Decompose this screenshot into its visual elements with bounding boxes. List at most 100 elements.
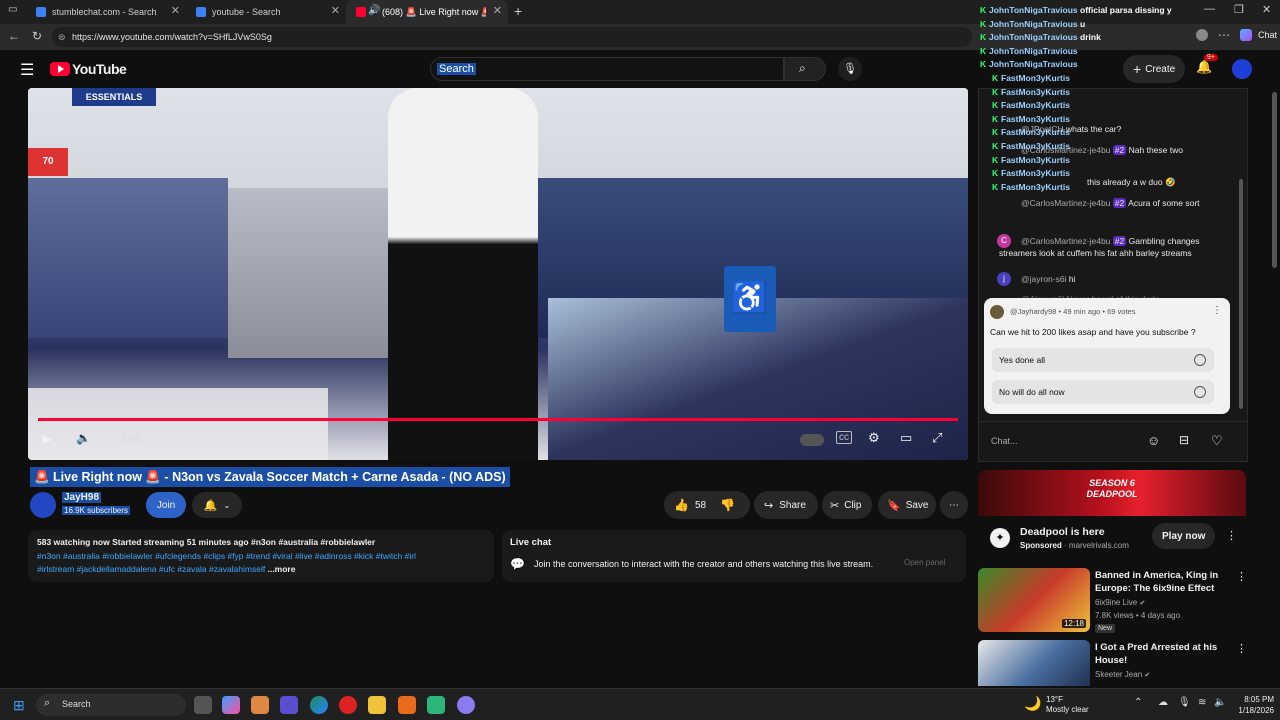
youtube-logo[interactable]: YouTube (50, 61, 127, 77)
ad-title[interactable]: Deadpool is here (1020, 526, 1105, 538)
network-icon[interactable]: ☁ (1158, 697, 1168, 708)
emoji-icon[interactable]: ☺ (1147, 433, 1160, 448)
minimize-icon[interactable]: — (1204, 3, 1215, 15)
taskbar-search[interactable]: ⌕ Search (36, 694, 186, 716)
live-chat-description: Join the conversation to interact with t… (534, 559, 874, 569)
related-menu-icon[interactable]: ⋮ (1236, 642, 1247, 655)
theater-mode-icon[interactable]: ▭ (900, 430, 912, 446)
clip-button[interactable]: ✂ Clip (822, 491, 872, 519)
account-avatar[interactable] (1232, 59, 1252, 79)
close-tab-icon[interactable]: ✕ (493, 4, 502, 17)
progress-track[interactable] (38, 418, 958, 421)
more-actions-button[interactable]: ⋯ (940, 491, 968, 519)
voice-search-button[interactable]: 🎙 (838, 57, 862, 81)
poll-option[interactable]: Yes done all (992, 348, 1214, 372)
poll-menu-icon[interactable]: ⋮ (1212, 305, 1222, 316)
notification-bell-button[interactable]: 🔔 ⌄ (192, 492, 242, 518)
close-tab-icon[interactable]: ✕ (331, 4, 340, 17)
description-box[interactable]: 583 watching now Started streaming 51 mi… (28, 530, 494, 582)
app-icon[interactable] (398, 696, 416, 714)
video-player[interactable]: ESSENTIALS 70 ♿ ▶ 🔈 Live cc ⚙ ▭ ⤢ (28, 88, 968, 460)
url-text: https://www.youtube.com/watch?v=SHfLJVwS… (72, 32, 272, 42)
ad-cta-button[interactable]: Play now (1152, 523, 1216, 549)
chevron-up-icon[interactable]: ⌃ (1134, 697, 1142, 708)
more-menu-icon[interactable]: ⋯ (1218, 28, 1230, 42)
share-button[interactable]: ↪ Share (754, 491, 818, 519)
app-icon[interactable] (280, 696, 298, 714)
speaker-icon[interactable]: 🔊 (368, 5, 380, 16)
weather-widget[interactable]: 13°F Mostly clear (1046, 695, 1089, 715)
site-info-icon[interactable]: ⊜ (58, 27, 66, 47)
new-tab-icon[interactable]: + (514, 3, 522, 19)
notifications-icon[interactable]: 🔔 (1196, 59, 1212, 75)
task-view-icon[interactable] (194, 696, 212, 714)
heart-icon[interactable]: ♡ (1211, 433, 1223, 449)
live-label[interactable]: Live (122, 433, 140, 444)
chat-username[interactable]: @CarlosMartinez-je4bu (1021, 236, 1110, 246)
poll-option[interactable]: No will do all now (992, 380, 1214, 404)
wifi-icon[interactable]: ≋ (1198, 697, 1206, 708)
related-thumbnail[interactable] (978, 640, 1090, 686)
volume-tray-icon[interactable]: 🔈 (1214, 697, 1226, 708)
settings-icon[interactable]: ⚙ (868, 430, 880, 446)
super-chat-icon[interactable]: ⊟ (1179, 433, 1189, 447)
fullscreen-icon[interactable]: ⤢ (932, 430, 942, 446)
back-icon[interactable]: ← (8, 29, 20, 43)
url-field[interactable]: ⊜ https://www.youtube.com/watch?v=SHfLJV… (52, 27, 972, 47)
profile-avatar[interactable] (1196, 29, 1208, 41)
chat-scrollbar[interactable] (1239, 179, 1243, 409)
play-icon[interactable]: ▶ (42, 431, 52, 447)
store-app-icon[interactable] (251, 696, 269, 714)
description-hashtags[interactable]: #n3on #australia #robbielawler #ufclegen… (37, 550, 485, 564)
related-channel[interactable]: 6ix9ine Live ✔ (1095, 598, 1145, 607)
clock[interactable]: 8:05 PM 1/18/2026 (1232, 694, 1274, 716)
dislike-icon[interactable]: 👎 (720, 498, 735, 512)
close-window-icon[interactable]: ✕ (1262, 3, 1271, 16)
like-count[interactable]: 58 (695, 500, 706, 511)
description-hashtags[interactable]: #irlstream #jackdellamaddalena #ufc #zav… (37, 564, 265, 574)
maximize-icon[interactable]: ❐ (1234, 3, 1244, 16)
copilot-chat-label[interactable]: Chat (1258, 30, 1277, 40)
tab-actions-icon[interactable]: ▭ (8, 4, 17, 15)
show-more-link[interactable]: ...more (268, 564, 296, 574)
windows-start-icon[interactable]: ⊞ (13, 697, 25, 714)
record-app-icon[interactable] (339, 696, 357, 714)
channel-avatar[interactable] (30, 492, 56, 518)
join-button[interactable]: Join (146, 492, 186, 518)
related-title[interactable]: Banned in America, King in Europe: The 6… (1095, 569, 1229, 595)
weather-icon[interactable]: 🌙 (1024, 695, 1041, 712)
open-panel-button[interactable]: Open panel (904, 558, 945, 567)
volume-icon[interactable]: 🔈 (76, 431, 91, 445)
search-input[interactable]: Search (430, 57, 784, 81)
hamburger-menu-icon[interactable]: ☰ (20, 60, 34, 80)
close-tab-icon[interactable]: ✕ (171, 4, 180, 17)
like-icon[interactable]: 👍 (674, 498, 689, 512)
ad-banner[interactable]: SEASON 6 DEADPOOL (978, 470, 1246, 516)
autoplay-toggle[interactable] (800, 434, 824, 446)
chat-input-bar: Chat... ☺ ⊟ ♡ (979, 421, 1247, 461)
refresh-icon[interactable]: ↻ (32, 29, 42, 43)
related-title[interactable]: I Got a Pred Arrested at his House! (1095, 641, 1229, 667)
captions-icon[interactable]: cc (836, 431, 852, 444)
search-button[interactable]: ⌕ (784, 57, 826, 81)
edge-browser-icon[interactable] (310, 696, 328, 714)
copilot-app-icon[interactable] (222, 696, 240, 714)
chat-username[interactable]: @CarlosMartinez-je4bu (1021, 198, 1110, 208)
ad-menu-icon[interactable]: ⋮ (1226, 529, 1237, 542)
related-menu-icon[interactable]: ⋮ (1236, 570, 1247, 583)
channel-name[interactable]: JayH98 (62, 492, 102, 503)
chat-input[interactable]: Chat... (991, 436, 1018, 446)
mic-tray-icon[interactable]: 🎙 (1178, 697, 1191, 708)
copilot-icon[interactable] (1240, 29, 1252, 41)
chat-username[interactable]: @jayron-s6i (1021, 274, 1066, 284)
save-button[interactable]: 🔖 Save (878, 491, 936, 519)
page-scrollbar[interactable] (1272, 92, 1277, 268)
related-thumbnail[interactable]: 12:18 (978, 568, 1090, 632)
tab-stumblechat[interactable]: stumblechat.com - Search ✕ (26, 0, 186, 24)
discord-icon[interactable] (457, 696, 475, 714)
related-channel[interactable]: Skeeter Jean ✔ (1095, 670, 1150, 679)
app-icon[interactable] (427, 696, 445, 714)
file-explorer-icon[interactable] (368, 696, 386, 714)
tab-youtube-search[interactable]: youtube - Search ✕ (186, 0, 346, 24)
tab-youtube-live[interactable]: 🔊 (608) 🚨 Live Right now 🚨 - ✕ (346, 0, 508, 24)
